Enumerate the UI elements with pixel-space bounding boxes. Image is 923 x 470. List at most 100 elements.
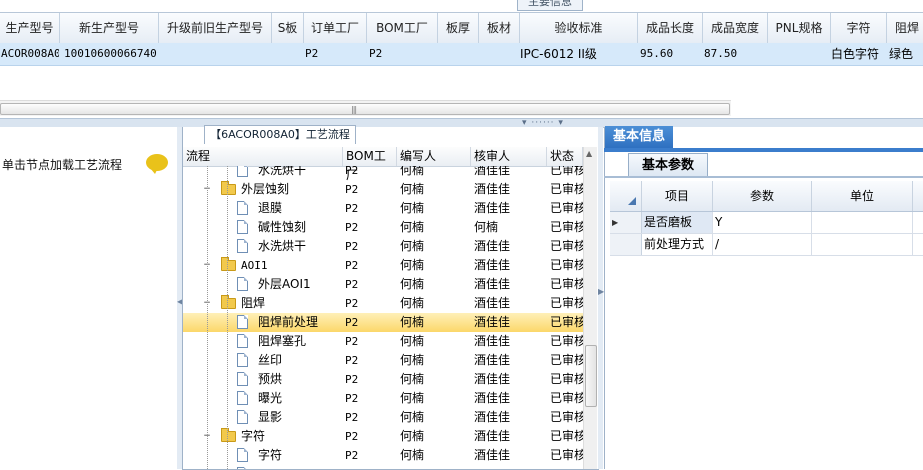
tree-cell-reviewer: 酒佳佳 [474,166,511,177]
tree-cell-bom: P2 [345,354,359,367]
tree-cell-bom: P2 [345,297,359,310]
tree-cell-reviewer: 酒佳佳 [474,391,511,405]
tree-row[interactable]: 曝光 P2 何楠 酒佳佳 已审核 [183,389,583,408]
col-unit[interactable]: 单位 [812,181,913,211]
cell-acceptance-standard[interactable]: IPC-6012 II级 [520,43,635,65]
tree-cell-flow: 阻焊塞孔 [258,334,307,348]
speech-bubble-icon[interactable] [146,154,168,174]
tree-row[interactable]: − AOI1 P2 何楠 酒佳佳 已审核 [183,256,583,275]
tree-row-selected[interactable]: 阻焊前处理 P2 何楠 酒佳佳 已审核 [183,313,583,332]
tree-row[interactable]: 预烘 P2 何楠 酒佳佳 已审核 [183,370,583,389]
tab-main-info[interactable]: 主要信息 [517,0,583,11]
col-status[interactable]: 状态 [547,147,583,166]
tree-cell-bom: P2 [345,373,359,386]
param-item[interactable]: 是否磨板 [642,212,713,233]
col-material[interactable]: 板材 [479,13,520,43]
tree-row[interactable]: − 外层蚀刻 P2 何楠 酒佳佳 已审核 [183,180,583,199]
col-finished-length[interactable]: 成品长度 [638,13,703,43]
tree-cell-bom: P2 [345,240,359,253]
tree-cell-status: 已审核 [550,410,583,424]
col-production-model[interactable]: 生产型号 [0,13,60,43]
right-splitter[interactable]: ▶ [598,127,604,469]
tree-guide-line [227,166,228,469]
tree-row[interactable]: 字符 P2 何楠 酒佳佳 已审核 [183,446,583,465]
document-icon [237,372,248,386]
col-old-production-model[interactable]: 升级前旧生产型号 [159,13,272,43]
process-tree-vscrollbar[interactable]: ▲ [583,147,597,469]
col-finished-width[interactable]: 成品宽度 [703,13,768,43]
tree-row[interactable]: 丝印 P2 何楠 酒佳佳 已审核 [183,351,583,370]
tree-cell-writer: 何楠 [400,315,425,329]
scroll-up-icon[interactable]: ▲ [586,149,592,158]
tree-row[interactable]: − 字符 P2 何楠 酒佳佳 已审核 [183,427,583,446]
tree-cell-flow: 显影 [258,410,283,424]
col-flow[interactable]: 流程 [183,147,343,166]
corner-triangle-icon [628,197,636,205]
tree-cell-writer: 何楠 [400,201,425,215]
cell-new-production-model[interactable]: 10010600066740 [64,43,158,65]
col-reviewer[interactable]: 核审人 [471,147,547,166]
param-unit[interactable] [812,212,913,233]
tree-row[interactable]: − 阻焊 P2 何楠 酒佳佳 已审核 [183,294,583,313]
col-param[interactable]: 参数 [713,181,812,211]
tree-row[interactable]: 显影 P2 何楠 酒佳佳 已审核 [183,408,583,427]
col-solder-mask[interactable]: 阻焊 [887,13,923,43]
cell-solder-mask[interactable]: 绿色 [889,43,923,65]
cell-order-factory[interactable]: P2 [305,43,365,65]
product-grid-hscrollbar[interactable]: ||| [0,100,731,116]
col-acceptance-standard[interactable]: 验收标准 [520,13,638,43]
param-value[interactable]: / [713,234,812,255]
vscroll-thumb[interactable] [585,345,597,407]
tree-cell-bom: P2 [345,221,359,234]
tree-row[interactable]: 水洗烘干 P2 何楠 酒佳佳 已审核 [183,237,583,256]
document-icon [237,448,248,462]
row-header[interactable]: ▶ [610,212,642,233]
tree-row[interactable]: 水洗烘干 P2 何楠 酒佳佳 已审核 [183,166,583,180]
tree-cell-status: 已审核 [550,429,583,443]
tree-row[interactable]: 碱性蚀刻 P2 何楠 何楠 已审核 [183,218,583,237]
tree-cell-writer: 何楠 [400,448,425,462]
cell-legend[interactable]: 白色字符 [831,43,886,65]
tree-row[interactable]: 退膜 P2 何楠 酒佳佳 已审核 [183,199,583,218]
col-thickness[interactable]: 板厚 [438,13,479,43]
tree-cell-flow: 曝光 [258,391,283,405]
col-s-board[interactable]: S板 [272,13,304,43]
cell-production-model[interactable]: ACOR008A0 [1,43,59,65]
process-tree-header: 流程 BOM工厂 编写人 核审人 状态 [183,147,596,182]
params-row[interactable]: 前处理方式 / [610,234,923,256]
load-process-hint: 单击节点加载工艺流程 [2,158,123,172]
param-value[interactable]: Y [713,212,812,233]
tree-row[interactable]: 阻焊塞孔 P2 何楠 酒佳佳 已审核 [183,332,583,351]
basic-info-title-bar [604,148,923,152]
tree-row[interactable] [183,465,583,469]
col-order-factory[interactable]: 订单工厂 [304,13,367,43]
tree-cell-flow: 字符 [241,429,266,443]
tree-cell-reviewer: 酒佳佳 [474,372,511,386]
process-flow-title: 【6ACOR008A0】工艺流程 [204,125,356,144]
cell-bom-factory[interactable]: P2 [369,43,429,65]
col-new-production-model[interactable]: 新生产型号 [60,13,159,43]
col-item[interactable]: 项目 [642,181,713,211]
tree-cell-status: 已审核 [550,334,583,348]
params-corner[interactable] [610,181,642,211]
tab-basic-params[interactable]: 基本参数 [628,153,708,178]
param-item[interactable]: 前处理方式 [642,234,713,255]
col-bom-factory[interactable]: BOM工厂 [367,13,438,43]
col-legend[interactable]: 字符 [831,13,887,43]
col-tree-bom-factory[interactable]: BOM工厂 [343,147,397,182]
col-pnl-spec[interactable]: PNL规格 [768,13,831,43]
params-row[interactable]: ▶ 是否磨板 Y [610,212,923,234]
folder-icon [221,428,236,442]
tree-row[interactable]: 外层AOI1 P2 何楠 酒佳佳 已审核 [183,275,583,294]
product-grid-row[interactable]: ACOR008A0 10010600066740 P2 P2 IPC-6012 … [0,43,923,66]
document-icon [237,239,248,253]
tree-cell-bom: P2 [345,166,359,177]
cell-finished-length[interactable]: 95.60 [640,43,700,65]
hscroll-thumb[interactable]: ||| [0,103,730,115]
param-unit[interactable] [812,234,913,255]
col-writer[interactable]: 编写人 [397,147,471,166]
cell-finished-width[interactable]: 87.50 [704,43,764,65]
row-header[interactable] [610,234,642,255]
tree-cell-writer: 何楠 [400,258,425,272]
tree-cell-flow: 水洗烘干 [258,239,307,253]
